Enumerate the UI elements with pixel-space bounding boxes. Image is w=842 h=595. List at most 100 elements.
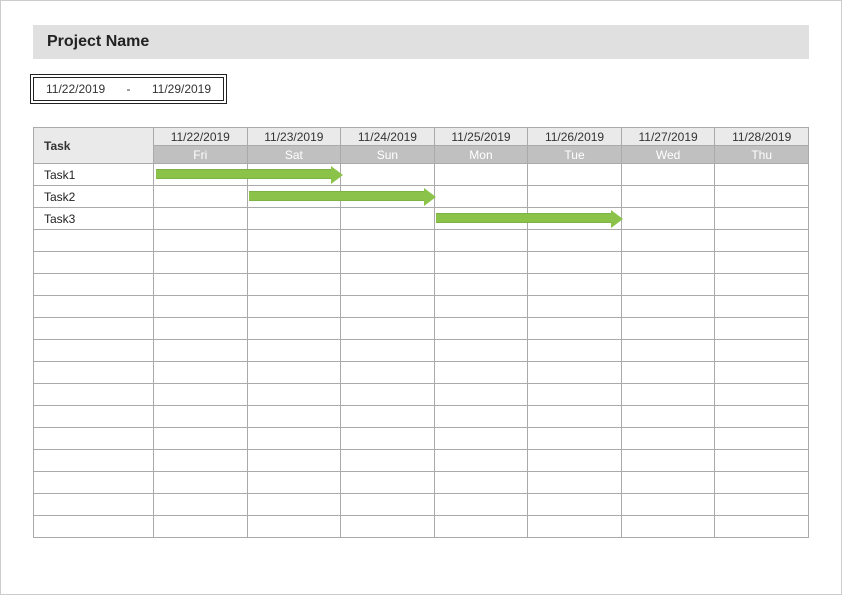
gantt-cell (621, 362, 715, 384)
gantt-cell (247, 252, 341, 274)
gantt-cell (715, 450, 809, 472)
gantt-cell (528, 230, 622, 252)
col-day: Wed (621, 146, 715, 164)
gantt-cell (621, 472, 715, 494)
gantt-cell (247, 406, 341, 428)
gantt-cell (621, 208, 715, 230)
gantt-cell (434, 384, 528, 406)
gantt-cell (247, 494, 341, 516)
task-name-cell (34, 384, 154, 406)
task-name-cell (34, 252, 154, 274)
task-name-cell (34, 340, 154, 362)
page: Project Name 11/22/2019 - 11/29/2019 Tas… (0, 0, 842, 595)
col-date: 11/28/2019 (715, 128, 809, 146)
gantt-cell (528, 516, 622, 538)
col-date: 11/26/2019 (528, 128, 622, 146)
gantt-cell (247, 516, 341, 538)
gantt-cell (341, 340, 435, 362)
gantt-cell (715, 428, 809, 450)
task-name-cell (34, 494, 154, 516)
gantt-cell (621, 516, 715, 538)
gantt-cell (341, 274, 435, 296)
gantt-cell (621, 450, 715, 472)
gantt-cell (434, 208, 528, 230)
gantt-cell (247, 186, 341, 208)
gantt-cell (154, 516, 248, 538)
gantt-cell (154, 450, 248, 472)
gantt-cell (154, 384, 248, 406)
gantt-cell (434, 252, 528, 274)
gantt-cell (528, 362, 622, 384)
gantt-cell (528, 164, 622, 186)
gantt-cell (154, 318, 248, 340)
table-row (34, 494, 809, 516)
task-name-cell (34, 516, 154, 538)
table-row (34, 384, 809, 406)
gantt-table: Task 11/22/201911/23/201911/24/201911/25… (33, 127, 809, 538)
gantt-cell (247, 362, 341, 384)
col-date: 11/27/2019 (621, 128, 715, 146)
gantt-cell (715, 208, 809, 230)
gantt-cell (154, 428, 248, 450)
gantt-cell (341, 186, 435, 208)
gantt-cell (621, 230, 715, 252)
gantt-cell (715, 252, 809, 274)
table-row (34, 362, 809, 384)
task-name-cell: Task3 (34, 208, 154, 230)
gantt-cell (715, 516, 809, 538)
gantt-cell (715, 164, 809, 186)
project-title: Project Name (47, 33, 149, 50)
gantt-cell (247, 450, 341, 472)
gantt-cell (621, 296, 715, 318)
table-row (34, 296, 809, 318)
gantt-cell (341, 450, 435, 472)
gantt-cell (434, 472, 528, 494)
gantt-cell (528, 274, 622, 296)
gantt-cell (434, 516, 528, 538)
gantt-cell (341, 296, 435, 318)
gantt-cell (715, 230, 809, 252)
gantt-cell (434, 494, 528, 516)
gantt-cell (341, 208, 435, 230)
gantt-cell (434, 230, 528, 252)
gantt-cell (528, 384, 622, 406)
gantt-cell (528, 318, 622, 340)
gantt-cell (247, 164, 341, 186)
task-name-cell (34, 274, 154, 296)
col-day: Thu (715, 146, 809, 164)
table-row: Task1 (34, 164, 809, 186)
date-range-end: 11/29/2019 (152, 82, 211, 96)
gantt-cell (341, 164, 435, 186)
gantt-cell (434, 428, 528, 450)
col-day: Sun (341, 146, 435, 164)
gantt-cell (715, 318, 809, 340)
gantt-cell (154, 296, 248, 318)
task-name-cell (34, 472, 154, 494)
task-name-cell: Task1 (34, 164, 154, 186)
gantt-cell (528, 252, 622, 274)
gantt-cell (247, 384, 341, 406)
table-row: Task2 (34, 186, 809, 208)
gantt-cell (154, 340, 248, 362)
col-date: 11/23/2019 (247, 128, 341, 146)
table-row (34, 340, 809, 362)
gantt-cell (621, 252, 715, 274)
gantt-chart: Task 11/22/201911/23/201911/24/201911/25… (33, 127, 809, 538)
gantt-cell (247, 318, 341, 340)
table-row (34, 472, 809, 494)
gantt-cell (715, 340, 809, 362)
gantt-cell (154, 472, 248, 494)
date-range-box: 11/22/2019 - 11/29/2019 (33, 77, 224, 101)
gantt-cell (434, 340, 528, 362)
gantt-cell (621, 186, 715, 208)
gantt-cell (715, 406, 809, 428)
col-day: Tue (528, 146, 622, 164)
gantt-cell (621, 428, 715, 450)
gantt-cell (341, 230, 435, 252)
gantt-cell (434, 274, 528, 296)
gantt-cell (154, 164, 248, 186)
gantt-cell (715, 362, 809, 384)
gantt-cell (621, 494, 715, 516)
gantt-cell (528, 208, 622, 230)
gantt-cell (621, 274, 715, 296)
